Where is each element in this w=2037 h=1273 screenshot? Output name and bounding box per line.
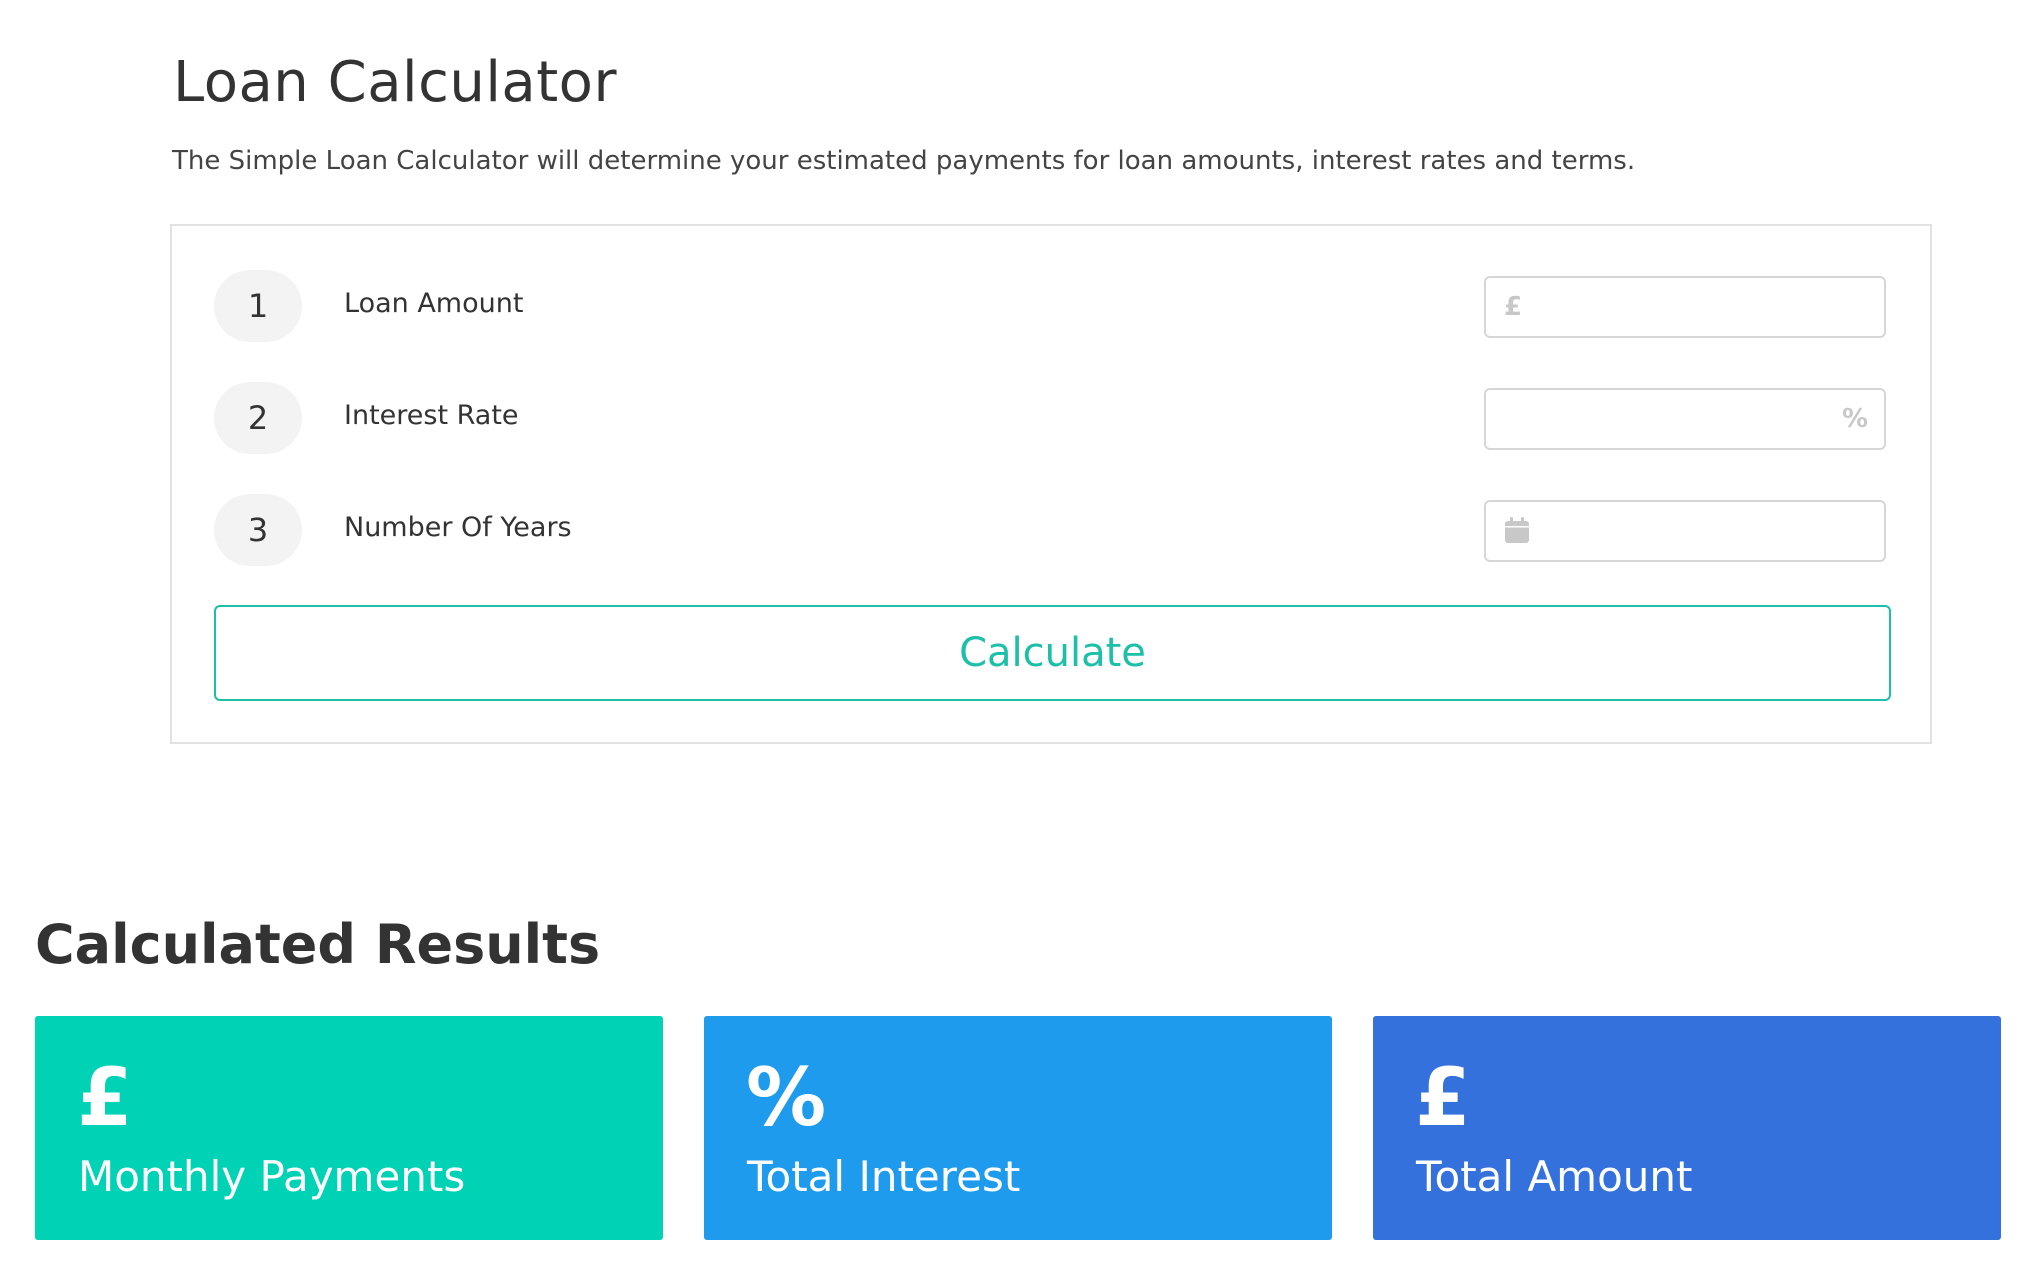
calculate-button[interactable]: Calculate (214, 605, 1891, 701)
interest-rate-row: 2 Interest Rate % (214, 382, 1894, 454)
interest-rate-field: % (1484, 388, 1886, 450)
percent-icon: % (1841, 404, 1868, 434)
loan-amount-label: Loan Amount (344, 288, 524, 319)
loan-form-card: 1 Loan Amount £ 2 Interest Rate % 3 Numb… (170, 224, 1932, 744)
number-of-years-input[interactable] (1486, 502, 1884, 560)
step-badge-2: 2 (214, 382, 302, 454)
loan-amount-input[interactable] (1486, 278, 1884, 336)
page-title: Loan Calculator (173, 50, 617, 115)
page-description: The Simple Loan Calculator will determin… (172, 146, 1636, 176)
interest-rate-label: Interest Rate (344, 400, 519, 431)
number-of-years-label: Number Of Years (344, 512, 572, 543)
percent-icon: % (746, 1051, 827, 1144)
total-interest-label: Total Interest (747, 1152, 1021, 1201)
loan-amount-field: £ (1484, 276, 1886, 338)
loan-amount-row: 1 Loan Amount £ (214, 270, 1894, 342)
total-amount-card: £ Total Amount (1373, 1016, 2001, 1240)
step-badge-1: 1 (214, 270, 302, 342)
results-heading: Calculated Results (35, 913, 601, 976)
monthly-payments-label: Monthly Payments (78, 1152, 466, 1201)
total-amount-label: Total Amount (1416, 1152, 1693, 1201)
pound-icon: £ (1415, 1051, 1471, 1144)
total-interest-card: % Total Interest (704, 1016, 1332, 1240)
number-of-years-field (1484, 500, 1886, 562)
number-of-years-row: 3 Number Of Years (214, 494, 1894, 566)
pound-icon: £ (77, 1051, 133, 1144)
monthly-payments-card: £ Monthly Payments (35, 1016, 663, 1240)
interest-rate-input[interactable] (1486, 390, 1884, 448)
step-badge-3: 3 (214, 494, 302, 566)
